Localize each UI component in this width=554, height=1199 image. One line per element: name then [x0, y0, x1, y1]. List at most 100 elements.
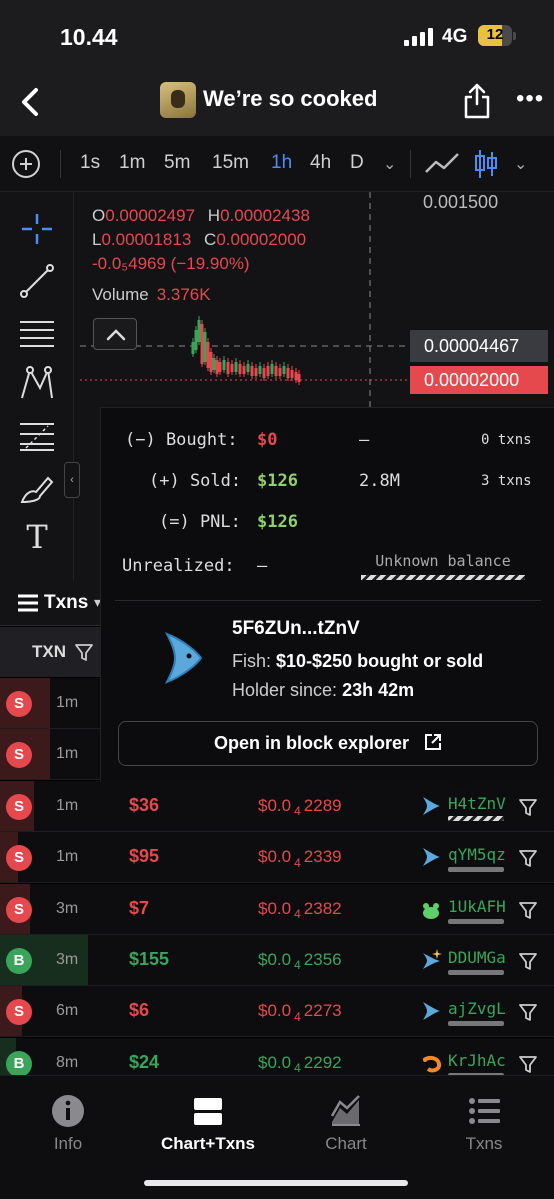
- open-label: O: [92, 206, 106, 225]
- timeframe-1s[interactable]: 1s: [80, 152, 100, 174]
- price-prefix: $0.0: [258, 1001, 292, 1021]
- back-icon[interactable]: [14, 82, 50, 122]
- sold-value: $126: [257, 471, 298, 491]
- price-digits: 2289: [303, 795, 342, 815]
- price-prefix: $0.0: [258, 898, 292, 918]
- brush-icon[interactable]: [18, 468, 56, 506]
- holder-since: Holder since: 23h 42m: [232, 680, 414, 701]
- timeframe-5m[interactable]: 5m: [164, 152, 190, 174]
- price-scale-label: 0.001500: [423, 192, 499, 212]
- filter-icon[interactable]: [518, 1054, 538, 1074]
- filter-icon[interactable]: [518, 1002, 538, 1022]
- candle-body: [209, 352, 213, 372]
- nav-chart-txns[interactable]: Chart+Txns: [148, 1094, 268, 1154]
- candle-body: [258, 366, 262, 374]
- line-chart-icon[interactable]: [424, 150, 460, 176]
- price-zero-count: 4: [294, 906, 301, 921]
- timeframe-4h[interactable]: 4h: [310, 152, 331, 174]
- home-indicator: [144, 1180, 408, 1186]
- filter-icon[interactable]: [518, 951, 538, 971]
- horizontal-lines-icon[interactable]: [18, 314, 56, 352]
- table-row[interactable]: S 6m $6 $0.0 4 2273 ajZvgL: [0, 986, 554, 1038]
- add-indicator-icon[interactable]: [12, 150, 40, 178]
- chevron-down-icon[interactable]: ⌄: [514, 154, 527, 174]
- nav-txns-label: Txns: [465, 1134, 503, 1153]
- side-badge: S: [6, 999, 32, 1026]
- price-prefix: $0.0: [258, 795, 292, 815]
- filter-icon[interactable]: [518, 797, 538, 817]
- nav-txns[interactable]: Txns: [424, 1094, 544, 1154]
- txn-age: 3m: [56, 899, 79, 917]
- price-digits: 2273: [303, 1001, 342, 1021]
- drawing-toolbar: T: [0, 192, 74, 580]
- sold-txns: 3 txns: [481, 473, 532, 489]
- maker-address[interactable]: 1UkAFH: [448, 897, 506, 916]
- status-time: 10.44: [60, 24, 118, 50]
- nav-chart[interactable]: Chart: [286, 1094, 406, 1154]
- side-badge: S: [6, 691, 32, 717]
- table-row[interactable]: S 1m $36 $0.0 4 2289 H4tZnV: [0, 780, 554, 832]
- timeframe-1m[interactable]: 1m: [119, 152, 145, 174]
- table-row[interactable]: S 1m $95 $0.0 4 2339 qYM5qz: [0, 832, 554, 884]
- unknown-balance-bar: [361, 575, 525, 580]
- menu-icon[interactable]: [18, 594, 38, 612]
- candle-body: [250, 366, 254, 376]
- open-explorer-button[interactable]: Open in block explorer: [118, 721, 538, 766]
- share-icon[interactable]: [462, 82, 492, 120]
- trend-line-icon[interactable]: [18, 262, 56, 300]
- txn-price: $0.0 4 2273: [258, 1001, 342, 1023]
- nav-info[interactable]: Info: [8, 1094, 128, 1154]
- maker-address[interactable]: KrJhAc: [448, 1051, 506, 1070]
- area-chart-icon: [330, 1095, 360, 1126]
- price-prefix: $0.0: [258, 950, 292, 969]
- bought-txns: 0 txns: [481, 432, 532, 448]
- chevron-down-icon[interactable]: ⌄: [383, 154, 396, 174]
- txn-price: $0.0 4 2289: [258, 796, 342, 818]
- filter-icon[interactable]: [518, 900, 538, 920]
- popup-caret: [452, 782, 468, 790]
- open-value: 0.00002497: [105, 206, 196, 225]
- side-badge: B: [6, 948, 32, 974]
- text-tool-icon[interactable]: T: [18, 518, 56, 556]
- crosshair-icon[interactable]: [18, 210, 56, 248]
- fib-icon[interactable]: [18, 416, 56, 454]
- candle-body: [226, 362, 230, 374]
- unknown-balance: Unknown balance: [375, 552, 511, 570]
- txns-tab-label[interactable]: Txns: [44, 592, 88, 614]
- candle-body: [230, 364, 234, 372]
- filter-icon[interactable]: [74, 642, 94, 662]
- maker-address[interactable]: H4tZnV: [448, 794, 506, 813]
- more-icon[interactable]: •••: [516, 87, 544, 111]
- maker-balance-bar: [448, 970, 504, 975]
- txn-usd: $36: [129, 794, 160, 815]
- txn-usd: $95: [129, 846, 160, 867]
- candle-body: [242, 366, 246, 374]
- ohlc-row-2: L0.00001813 C0.00002000: [92, 228, 310, 252]
- timeframe-15m[interactable]: 15m: [212, 152, 249, 174]
- candles: [191, 316, 301, 385]
- pattern-icon[interactable]: [18, 364, 56, 402]
- timeframe-d[interactable]: D: [350, 152, 364, 174]
- list-icon: [469, 1098, 500, 1124]
- nav-chart-txns-label: Chart+Txns: [161, 1134, 255, 1153]
- collapse-toolbar-icon[interactable]: ‹: [64, 462, 80, 498]
- maker-address[interactable]: ajZvgL: [448, 999, 506, 1018]
- table-row[interactable]: S 3m $7 $0.0 4 2382 1UkAFH: [0, 883, 554, 935]
- network-type: 4G: [442, 26, 468, 47]
- table-row[interactable]: B 3m $155 $0.0 4 2356 DDUMGa: [0, 935, 554, 986]
- sold-label: (+) Sold:: [149, 471, 242, 491]
- timeframe-1h[interactable]: 1h: [271, 152, 292, 174]
- price-digits: 2339: [303, 847, 342, 867]
- bought-label: (−) Bought:: [125, 430, 238, 450]
- maker-address[interactable]: qYM5qz: [448, 845, 506, 864]
- maker-balance-bar: [448, 1021, 504, 1027]
- filter-icon[interactable]: [518, 848, 538, 868]
- txn-price: $0.0 4 2356: [258, 950, 342, 972]
- maker-address[interactable]: DDUMGa: [448, 948, 506, 967]
- side-badge: S: [6, 845, 32, 872]
- volume-label: Volume: [92, 285, 149, 304]
- divider: [410, 150, 411, 178]
- txn-usd: $7: [129, 897, 150, 918]
- collapse-legend-button[interactable]: [93, 318, 137, 350]
- candlestick-icon[interactable]: [474, 148, 498, 180]
